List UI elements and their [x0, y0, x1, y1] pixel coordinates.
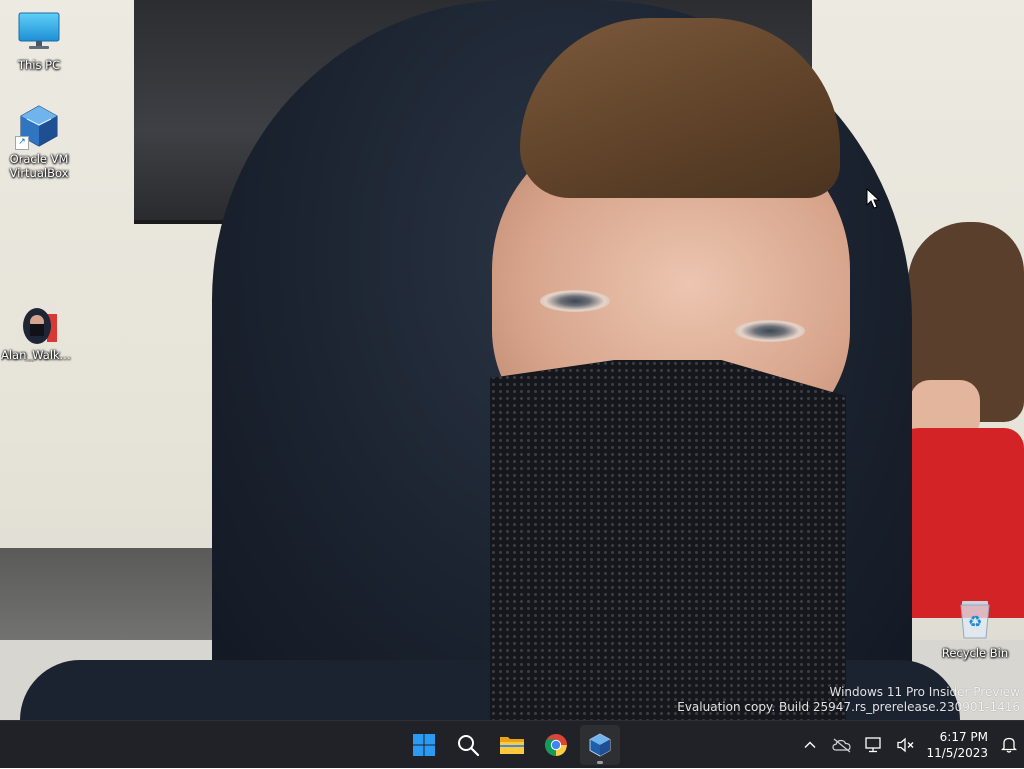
- network-icon: [865, 737, 882, 753]
- onedrive-tray-button[interactable]: [826, 725, 858, 765]
- wallpaper-right-eye: [735, 320, 805, 342]
- mouse-pointer-icon: [866, 188, 880, 209]
- desktop-icon-virtualbox[interactable]: ↗ Oracle VM VirtualBox: [1, 104, 77, 180]
- chrome-icon: [545, 734, 567, 756]
- clock-date: 11/5/2023: [926, 746, 988, 760]
- start-button[interactable]: [404, 725, 444, 765]
- desktop-icon-image-file[interactable]: Alan_Walker...: [1, 300, 77, 362]
- desktop-icon-this-pc[interactable]: This PC: [1, 10, 77, 72]
- desktop[interactable]: This PC ↗ Oracle VM VirtualBox Alan_Walk…: [0, 0, 1024, 720]
- evaluation-watermark: Windows 11 Pro Insider Preview Evaluatio…: [677, 685, 1020, 715]
- chevron-up-icon: [804, 741, 816, 748]
- bell-icon: [1001, 737, 1017, 753]
- clock-time: 6:17 PM: [939, 730, 988, 744]
- svg-text:♻: ♻: [968, 612, 982, 631]
- volume-tray-button[interactable]: [890, 725, 922, 765]
- desktop-icon-recycle-bin[interactable]: ♻ Recycle Bin: [937, 598, 1013, 660]
- watermark-edition: Windows 11 Pro Insider Preview: [829, 685, 1020, 699]
- notifications-button[interactable]: [994, 725, 1024, 765]
- wallpaper-left-eye: [540, 290, 610, 312]
- monitor-icon: [17, 10, 61, 54]
- onedrive-offline-icon: [832, 738, 852, 753]
- search-icon: [458, 735, 480, 757]
- chrome-button[interactable]: [536, 725, 576, 765]
- show-hidden-icons-button[interactable]: [794, 725, 826, 765]
- system-tray: 6:17 PM 11/5/2023: [794, 721, 1024, 769]
- network-tray-button[interactable]: [858, 725, 890, 765]
- virtualbox-icon: ↗: [15, 104, 61, 150]
- volume-muted-icon: [897, 737, 914, 753]
- virtualbox-icon: [589, 733, 611, 757]
- desktop-icon-label: Recycle Bin: [941, 646, 1009, 660]
- taskbar: 6:17 PM 11/5/2023: [0, 720, 1024, 768]
- shortcut-arrow-icon: ↗: [15, 136, 29, 150]
- desktop-icon-label: Oracle VM VirtualBox: [9, 152, 69, 180]
- wallpaper-mask: [490, 360, 846, 720]
- taskbar-apps: [404, 721, 620, 769]
- watermark-build: Evaluation copy. Build 25947.rs_prerelea…: [677, 700, 1020, 714]
- running-indicator: [597, 761, 603, 764]
- folder-icon: [500, 737, 524, 754]
- wallpaper-counter: [0, 548, 240, 646]
- virtualbox-taskbar-button[interactable]: [580, 725, 620, 765]
- windows-logo-icon: [413, 734, 435, 756]
- clock[interactable]: 6:17 PM 11/5/2023: [922, 725, 994, 765]
- recycle-bin-icon: ♻: [953, 598, 997, 642]
- file-explorer-button[interactable]: [492, 725, 532, 765]
- desktop-icon-label: Alan_Walker...: [1, 348, 77, 362]
- desktop-icon-label: This PC: [17, 58, 61, 72]
- search-button[interactable]: [448, 725, 488, 765]
- image-thumbnail-icon: [17, 300, 61, 344]
